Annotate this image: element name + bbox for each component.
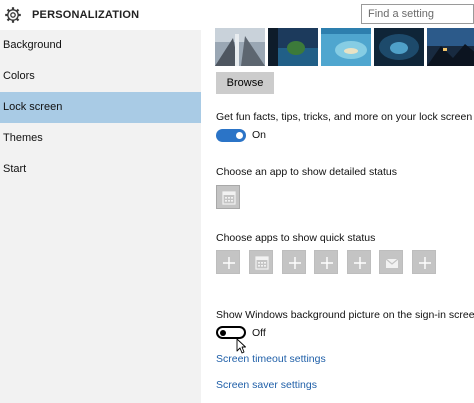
screen-saver-settings-link[interactable]: Screen saver settings: [216, 379, 317, 391]
quick-status-slot-7[interactable]: [412, 250, 436, 274]
quick-status-slot-3[interactable]: [282, 250, 306, 274]
plus-icon: [223, 257, 235, 269]
detailed-status-label: Choose an app to show detailed status: [216, 166, 397, 178]
sidebar-item-label: Lock screen: [3, 101, 63, 113]
detailed-status-app-button[interactable]: [216, 185, 240, 209]
mouse-cursor-icon: [236, 338, 246, 354]
quick-status-slot-6[interactable]: [379, 250, 403, 274]
sidebar-item-start[interactable]: Start: [0, 154, 201, 185]
toggle-knob: [236, 132, 243, 139]
plus-icon: [354, 257, 366, 269]
sidebar-item-label: Start: [3, 163, 27, 175]
picture-thumbnail[interactable]: [427, 28, 474, 66]
picture-thumbnail[interactable]: [215, 28, 265, 66]
browse-button[interactable]: Browse: [216, 72, 274, 94]
quick-status-slot-1[interactable]: [216, 250, 240, 274]
quick-status-slot-5[interactable]: [347, 250, 371, 274]
page-title: PERSONALIZATION: [32, 9, 140, 21]
sidebar-item-lock-screen[interactable]: Lock screen: [0, 92, 201, 123]
signin-background-toggle-state: Off: [252, 327, 266, 339]
sidebar-item-label: Colors: [3, 70, 35, 82]
sidebar: Background Colors Lock screen Themes Sta…: [0, 30, 201, 403]
gear-icon: [4, 6, 22, 24]
fun-facts-toggle-state: On: [252, 129, 267, 141]
sidebar-item-label: Themes: [3, 132, 43, 144]
search-input[interactable]: [361, 4, 474, 24]
plus-icon: [321, 257, 333, 269]
picture-thumbnail[interactable]: [268, 28, 318, 66]
sidebar-item-label: Background: [3, 39, 62, 51]
screen-timeout-settings-link[interactable]: Screen timeout settings: [216, 353, 326, 365]
quick-status-slot-2[interactable]: [249, 250, 273, 274]
picture-thumbnail[interactable]: [374, 28, 424, 66]
sidebar-item-background[interactable]: Background: [0, 30, 201, 61]
quick-status-slot-4[interactable]: [314, 250, 338, 274]
signin-background-label: Show Windows background picture on the s…: [216, 309, 474, 321]
plus-icon: [419, 257, 431, 269]
fun-facts-toggle[interactable]: [216, 129, 246, 142]
quick-status-label: Choose apps to show quick status: [216, 232, 376, 244]
calendar-icon: [255, 256, 269, 270]
plus-icon: [289, 257, 301, 269]
calendar-icon: [222, 191, 236, 205]
mail-icon: [385, 258, 399, 268]
picture-thumbnail[interactable]: [321, 28, 371, 66]
picture-thumbnails: [215, 28, 474, 66]
toggle-knob: [220, 329, 226, 336]
sidebar-item-colors[interactable]: Colors: [0, 61, 201, 92]
sidebar-item-themes[interactable]: Themes: [0, 123, 201, 154]
fun-facts-label: Get fun facts, tips, tricks, and more on…: [216, 111, 473, 123]
title-bar: PERSONALIZATION: [0, 0, 474, 30]
